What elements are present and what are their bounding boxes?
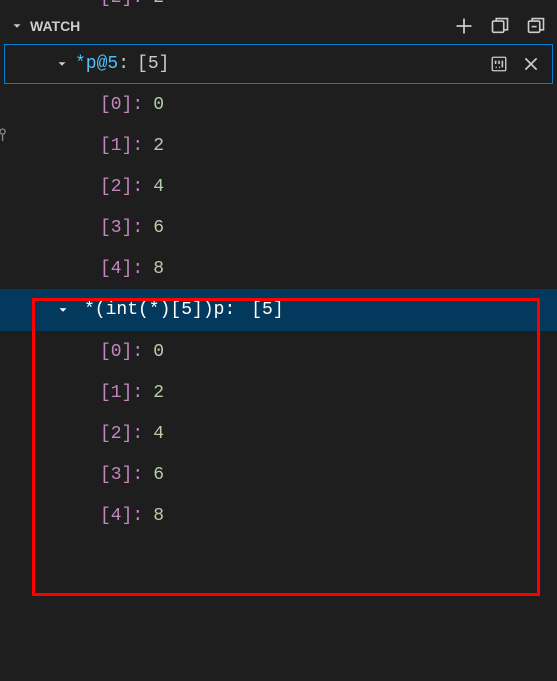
array-value: 8 [153, 259, 164, 279]
watch-expression-value: [5] [137, 54, 169, 74]
remove-expression-button[interactable] [520, 53, 542, 75]
array-row[interactable]: [1]: 2 [0, 372, 557, 413]
collapse-all-button[interactable] [489, 15, 511, 37]
array-index: [2]: [100, 177, 143, 197]
watch-expression-value: [5] [251, 300, 283, 320]
array-value: 2 [153, 136, 164, 156]
chevron-down-icon [10, 19, 30, 33]
array-index: [1]: [100, 136, 143, 156]
partial-array-row: [2]: 2 [0, 0, 557, 8]
array-row[interactable]: [1]: 2 [0, 125, 557, 166]
watch-toolbar [453, 15, 547, 37]
array-value: 6 [153, 465, 164, 485]
array-row[interactable]: [0]: 0 [0, 84, 557, 125]
chevron-down-icon [56, 303, 76, 317]
watch-expression-row[interactable]: *p@5: [5] [4, 44, 553, 84]
array-index: [0]: [100, 342, 143, 362]
array-row[interactable]: [0]: 0 [0, 331, 557, 372]
array-index: [4]: [100, 506, 143, 526]
array-index: [0]: [100, 95, 143, 115]
array-row[interactable]: [2]: 4 [0, 166, 557, 207]
array-row[interactable]: [3]: 6 [0, 454, 557, 495]
array-index: [3]: [100, 218, 143, 238]
sidebar-drag-indicator [0, 120, 12, 150]
watch-expression-label: *p@5: [75, 54, 129, 74]
array-index: [2]: [100, 0, 143, 8]
watch-expression-label: *(int(*)[5])p: [84, 300, 235, 320]
array-row[interactable]: [4]: 8 [0, 495, 557, 536]
watch-expression-row-selected[interactable]: *(int(*)[5])p: [5] [0, 289, 557, 331]
watch-section-header[interactable]: WATCH [0, 8, 557, 44]
array-row[interactable]: [3]: 6 [0, 207, 557, 248]
add-expression-button[interactable] [453, 15, 475, 37]
array-index: [4]: [100, 259, 143, 279]
array-index: [2]: [100, 424, 143, 444]
array-value: 6 [153, 218, 164, 238]
array-value: 4 [153, 177, 164, 197]
view-binary-icon[interactable] [488, 53, 510, 75]
chevron-down-icon [55, 57, 75, 71]
array-index: [3]: [100, 465, 143, 485]
array-value: 2 [153, 383, 164, 403]
array-index: [1]: [100, 383, 143, 403]
array-value: 2 [153, 0, 164, 8]
array-value: 8 [153, 506, 164, 526]
section-title: WATCH [30, 18, 80, 34]
array-value: 4 [153, 424, 164, 444]
array-row[interactable]: [4]: 8 [0, 248, 557, 289]
array-row[interactable]: [2]: 4 [0, 413, 557, 454]
array-value: 0 [153, 95, 164, 115]
close-all-button[interactable] [525, 15, 547, 37]
array-value: 0 [153, 342, 164, 362]
